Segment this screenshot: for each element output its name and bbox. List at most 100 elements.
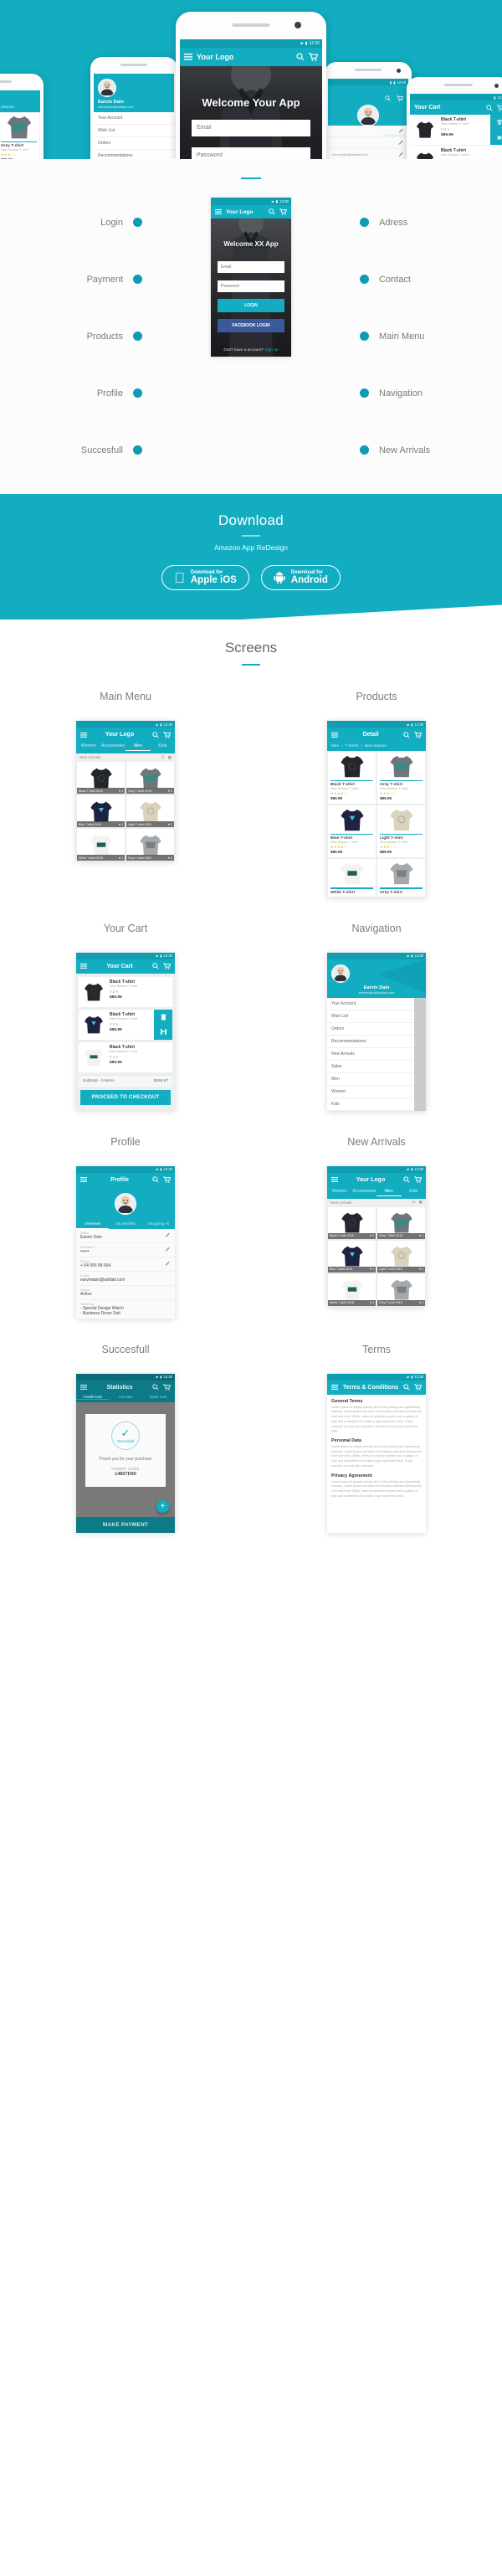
trash-icon[interactable]: 🗑	[496, 120, 502, 126]
feature-item-navigation[interactable]: Navigation	[345, 378, 495, 408]
drawer-scrim[interactable]	[414, 997, 426, 1111]
hamburger-icon[interactable]	[331, 732, 338, 738]
profile-field[interactable]: earvindain@asfdail.com	[328, 149, 408, 159]
feature-item-main-menu[interactable]: Main Menu	[345, 321, 495, 351]
password-field[interactable]	[192, 147, 310, 159]
cart-icon[interactable]	[163, 1384, 171, 1391]
hero-phone-login[interactable]: ▰ ▮ 12:30 Your Logo Welcome Your App Ema…	[176, 12, 326, 159]
drawer-item[interactable]: Wish List›	[327, 1010, 426, 1023]
save-icon[interactable]: ▣	[497, 135, 502, 141]
product-card[interactable]: Black T-shirt 2015 ♥ 1	[327, 1206, 376, 1240]
tab-accessories[interactable]: Accessories	[352, 1187, 377, 1196]
product-card[interactable]: Grey T-shirt 2015 ♥ 1	[126, 828, 175, 861]
product-card[interactable]: Grey T-shirt New Season T-shirt ★★★☆☆ $8…	[376, 751, 426, 805]
tab-accessories[interactable]: Accessories	[101, 742, 126, 751]
drawer-item[interactable]: Sales›	[327, 1061, 426, 1073]
breadcrumb-item[interactable]: New Season	[365, 743, 387, 748]
hamburger-icon[interactable]	[80, 1385, 87, 1390]
cart-icon[interactable]	[414, 731, 422, 738]
pencil-icon[interactable]	[165, 1232, 171, 1238]
hamburger-icon[interactable]	[80, 1177, 87, 1182]
breadcrumb-item[interactable]: New Season	[0, 105, 14, 109]
cart-icon[interactable]	[497, 104, 502, 111]
product-card[interactable]: Blue T-shirt 2015 ♥ 1	[76, 794, 126, 828]
product-card[interactable]: Light T-shirt New Season T-shirt ★★★☆☆ $…	[376, 805, 426, 859]
download-android-button[interactable]: Download for Android	[260, 565, 341, 591]
quantity-stepper[interactable]: ˅ 1 ˄	[110, 1055, 170, 1059]
hamburger-icon[interactable]	[80, 732, 87, 738]
cart-icon[interactable]	[163, 1176, 171, 1183]
login-button[interactable]: LOGIN	[218, 299, 284, 312]
tab-kids[interactable]: Kids	[151, 742, 176, 751]
feature-item-profile[interactable]: Profile	[7, 378, 157, 408]
quantity-stepper[interactable]: ˅ 1 ˄	[110, 1022, 152, 1026]
cart-row[interactable]: Black T-shirt New Season T-shirt ˅ 1 ˄ $…	[79, 1009, 172, 1041]
save-icon[interactable]	[160, 1029, 166, 1036]
drawer-item[interactable]: Recommendations›	[327, 1036, 426, 1048]
feature-item-products[interactable]: Products	[7, 321, 157, 351]
tab-history[interactable]: Shopping Hi	[382, 131, 408, 141]
pencil-icon[interactable]	[165, 1261, 171, 1267]
feature-item-login[interactable]: Login	[7, 208, 157, 237]
hamburger-icon[interactable]	[80, 964, 87, 969]
tab-credit-cart[interactable]: Credit Cart	[76, 1395, 110, 1400]
profile-field-phone[interactable]: Phone + 54 995 58 664	[76, 1257, 175, 1272]
product-card[interactable]: Black T-shirt New Season T-shirt ★★★★☆ $…	[327, 751, 376, 805]
hero-phone-profile[interactable]: ▮ ▮ 12:30 My Wishlist Shopping Hi earvin…	[325, 62, 412, 159]
hamburger-icon[interactable]	[331, 1177, 338, 1182]
hamburger-icon[interactable]	[331, 1385, 338, 1390]
cart-row[interactable]: Black T-shirt New Season T-shirt ˅ 1 ˄ $…	[79, 976, 172, 1008]
heart-icon[interactable]: ♥ 1	[168, 856, 172, 860]
tab-men[interactable]: Men	[126, 742, 151, 751]
cart-row[interactable]: Black T-shirt New Season T-shirt ˅ 1 ˄ $…	[79, 1041, 172, 1073]
search-icon[interactable]	[152, 731, 159, 738]
facebook-login-button[interactable]: FACEBOOK LOGIN	[218, 319, 284, 332]
cart-icon[interactable]	[309, 53, 318, 61]
trash-icon[interactable]	[160, 1013, 166, 1021]
feature-item-new-arrivals[interactable]: New Arrivals	[345, 435, 495, 465]
tab-women[interactable]: Women	[327, 1187, 352, 1196]
search-icon[interactable]	[152, 1384, 159, 1391]
product-card[interactable]: White T-shirt	[327, 858, 376, 897]
profile-field-password[interactable]: Password ••••••	[76, 1242, 175, 1257]
product-card[interactable]: Light T-shirt 2015 ♥ 1	[126, 794, 175, 828]
cart-icon[interactable]	[414, 1176, 422, 1183]
grid-view-icon[interactable]: ▦	[419, 1200, 423, 1205]
breadcrumb-item[interactable]: Men	[331, 743, 339, 748]
product-card[interactable]: Grey T-Shirt 2015 ♥ 1	[376, 1206, 426, 1240]
tab-bank-cart[interactable]: Bank Cart	[142, 1395, 175, 1400]
heart-icon[interactable]: ♥ 1	[119, 823, 123, 826]
list-view-icon[interactable]: ☰	[161, 755, 165, 760]
feature-item-contact[interactable]: Contact	[345, 265, 495, 294]
quantity-stepper[interactable]: ˅ 1 ˄	[110, 990, 170, 994]
cart-row-actions[interactable]	[154, 1009, 172, 1040]
drawer-item[interactable]: Your Account	[94, 112, 174, 125]
tab-kids[interactable]: Kids	[402, 1187, 427, 1196]
heart-icon[interactable]: ♥ 1	[119, 856, 123, 860]
cart-icon[interactable]	[163, 731, 171, 738]
drawer-item[interactable]: Kids›	[327, 1098, 426, 1111]
tab-women[interactable]: Women	[76, 742, 101, 751]
drawer-item[interactable]: Your Account›	[327, 998, 426, 1010]
drawer-item[interactable]: Women›	[327, 1086, 426, 1098]
product-card[interactable]: White T-shirt 2015 ♥ 1	[76, 828, 126, 861]
drawer-item[interactable]: Recommendations	[94, 150, 174, 159]
cart-row[interactable]: Black T-shirt New Season T-shirt ˅ 1 ˄ $…	[410, 146, 502, 159]
mockup-profile[interactable]: ▰ ▮ 12:30 Profile Overview My Wishlist S…	[76, 1165, 175, 1319]
signup-link[interactable]: Sign up	[264, 348, 278, 352]
mockup-navigation[interactable]: ▰ ▮ 12:30 Earvin Dain earvindain@asfdail.…	[327, 952, 426, 1111]
heart-icon[interactable]: ♥ 1	[119, 789, 123, 793]
heart-icon[interactable]: ♥ 1	[168, 789, 172, 793]
product-card[interactable]: White T-shirt 2015 ♥ 1	[327, 1273, 376, 1307]
mockup-main-menu[interactable]: ▰ ▮ 12:30 Your Logo Women Accessories Me…	[76, 721, 175, 861]
search-icon[interactable]	[152, 963, 159, 969]
search-icon[interactable]	[269, 208, 275, 215]
heart-icon[interactable]: ♥ 1	[370, 1301, 374, 1304]
tab-men[interactable]: Men	[376, 1187, 402, 1196]
pencil-icon[interactable]	[398, 128, 404, 134]
product-card[interactable]: Grey T-shirt 2015 ♥ 1	[376, 1273, 426, 1307]
hero-phone-navigation[interactable]: Earvin Dain earvindain@asfdail.com Your …	[90, 57, 177, 159]
download-ios-button[interactable]:  Download for Apple iOS	[161, 565, 249, 591]
drawer-item[interactable]: New Arrivals›	[327, 1048, 426, 1061]
tab-overview[interactable]	[328, 131, 355, 141]
